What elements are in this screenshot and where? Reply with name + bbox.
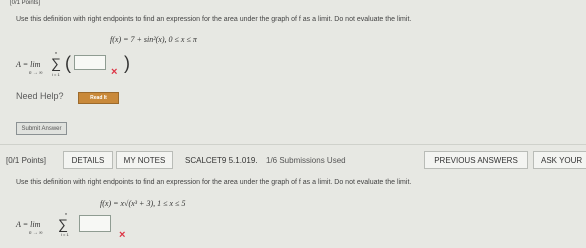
previous-answers-button[interactable]: PREVIOUS ANSWERS	[424, 151, 528, 169]
ask-your-teacher-button[interactable]: ASK YOUR	[533, 151, 586, 169]
details-button[interactable]: DETAILS	[63, 151, 113, 169]
q1-sigma: ∑	[51, 55, 61, 71]
q2-sigma: ∑	[58, 216, 68, 232]
my-notes-button[interactable]: MY NOTES	[116, 151, 173, 169]
read-it-button[interactable]: Read It	[78, 92, 119, 104]
q1-wrong-icon: ×	[111, 66, 118, 78]
q1-lim-sub: n → ∞	[29, 71, 43, 76]
q2-points: [0/1 Points]	[6, 156, 47, 165]
q2-limit: A = lim	[16, 220, 41, 229]
submit-answer-button[interactable]: Submit Answer	[16, 122, 67, 135]
question-divider	[0, 144, 586, 145]
q1-limit: A = lim	[16, 60, 41, 69]
q1-open-paren: (	[65, 53, 71, 73]
top-cut-label: [0/1 Points]	[10, 0, 41, 6]
q2-submissions: 1/6 Submissions Used	[266, 156, 346, 165]
q1-sigma-sub: i = 1	[52, 72, 60, 77]
q2-function: f(x) = x√(x³ + 3), 1 ≤ x ≤ 5	[100, 199, 186, 208]
q2-prompt: Use this definition with right endpoints…	[16, 179, 412, 186]
q1-function: f(x) = 7 + sin²(x), 0 ≤ x ≤ π	[110, 35, 197, 44]
q2-reference: SCALCET9 5.1.019.	[185, 156, 258, 165]
q1-answer-input[interactable]	[74, 55, 106, 70]
q2-wrong-icon: ×	[119, 229, 126, 241]
need-help-label: Need Help?	[16, 91, 64, 101]
q2-sigma-sub: i = 1	[61, 232, 69, 237]
q1-prompt: Use this definition with right endpoints…	[16, 16, 412, 23]
q1-close-paren: )	[124, 53, 130, 73]
q2-answer-input[interactable]	[79, 215, 111, 232]
q2-lim-sub: n → ∞	[29, 231, 43, 236]
